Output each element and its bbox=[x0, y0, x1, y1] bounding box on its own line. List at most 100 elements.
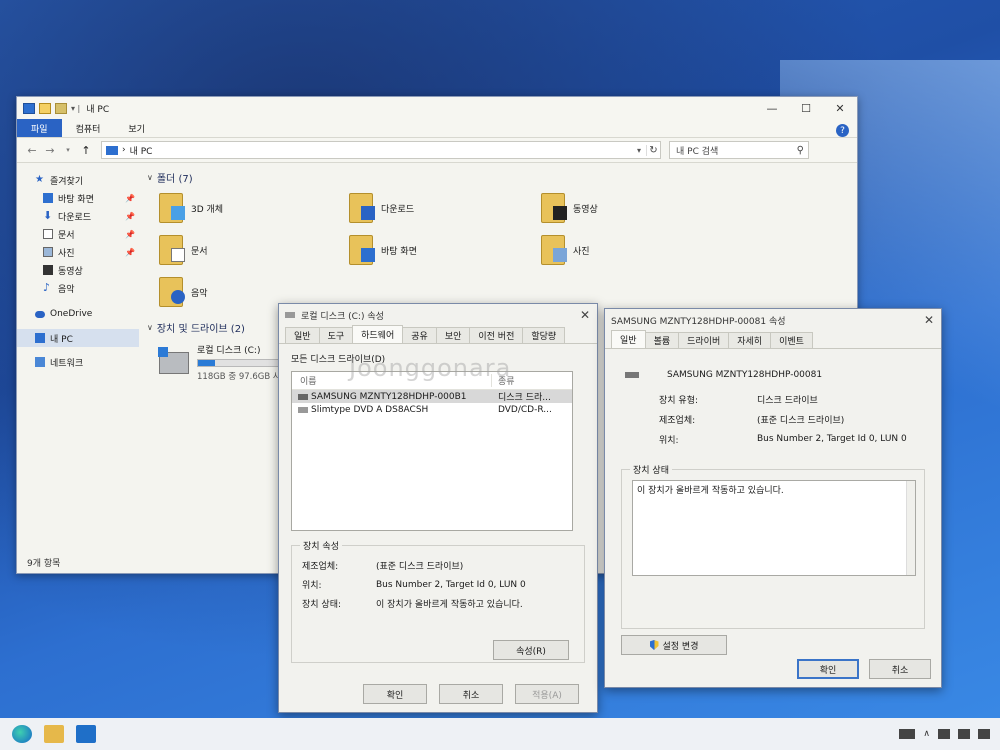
nav-item-videos[interactable]: 동영상 bbox=[17, 261, 139, 279]
property-manufacturer: 제조업체: (표준 디스크 드라이브) bbox=[302, 556, 574, 575]
tab-driver[interactable]: 드라이버 bbox=[678, 332, 730, 348]
pin-icon[interactable]: 📌 bbox=[125, 248, 135, 257]
new-folder-icon[interactable] bbox=[55, 102, 67, 114]
change-settings-button[interactable]: 설정 변경 bbox=[621, 635, 727, 655]
music-note-icon: ♪ bbox=[43, 281, 51, 294]
tab-details[interactable]: 자세히 bbox=[728, 332, 772, 348]
tab-file[interactable]: 파일 bbox=[17, 119, 62, 137]
nav-label: 네트워크 bbox=[50, 358, 84, 369]
nav-quick-access[interactable]: ★ 즐겨찾기 bbox=[17, 171, 139, 189]
network-icon[interactable] bbox=[938, 729, 950, 739]
help-icon[interactable]: ? bbox=[836, 124, 849, 137]
recent-dropdown-icon[interactable]: ▾ bbox=[59, 146, 77, 154]
tab-security[interactable]: 보안 bbox=[435, 327, 471, 343]
property-location: 위치: Bus Number 2, Target Id 0, LUN 0 bbox=[302, 575, 574, 594]
search-placeholder: 내 PC 검색 bbox=[676, 146, 719, 157]
folder-label: 바탕 화면 bbox=[381, 246, 417, 257]
close-icon[interactable]: ✕ bbox=[917, 313, 941, 327]
properties-icon[interactable] bbox=[39, 102, 51, 114]
device-status-textbox[interactable]: 이 장치가 올바르게 작동하고 있습니다. bbox=[632, 480, 916, 576]
close-button[interactable]: ✕ bbox=[823, 98, 857, 118]
folder-desktop[interactable]: 바탕 화면 bbox=[349, 229, 541, 271]
nav-item-documents[interactable]: 문서 📌 bbox=[17, 225, 139, 243]
nav-item-this-pc[interactable]: 내 PC bbox=[17, 329, 139, 347]
quick-access-dropdown-icon[interactable]: ▾ | bbox=[71, 104, 80, 113]
folder-label: 음악 bbox=[191, 288, 208, 299]
column-header-type[interactable]: 종류 bbox=[492, 374, 515, 387]
ok-button[interactable]: 확인 bbox=[797, 659, 859, 679]
tab-computer[interactable]: 컴퓨터 bbox=[62, 120, 115, 137]
disk-drive-list[interactable]: 이름 종류 SAMSUNG MZNTY128HDHP-000B1 디스크 드라.… bbox=[291, 371, 573, 531]
tab-general[interactable]: 일반 bbox=[285, 327, 320, 343]
scrollbar[interactable] bbox=[906, 481, 915, 575]
tab-previous-versions[interactable]: 이전 버전 bbox=[469, 327, 524, 343]
cancel-button[interactable]: 취소 bbox=[439, 684, 503, 704]
pin-icon[interactable]: 📌 bbox=[125, 194, 135, 203]
minimize-button[interactable]: — bbox=[755, 98, 789, 118]
dvd-drive-icon bbox=[298, 406, 308, 413]
nav-item-network[interactable]: 네트워크 bbox=[17, 353, 139, 371]
folders-section-header[interactable]: ∨ 폴더 (7) bbox=[147, 167, 857, 187]
close-icon[interactable]: ✕ bbox=[573, 308, 597, 322]
folder-3d-objects[interactable]: 3D 개체 bbox=[159, 187, 349, 229]
volume-icon[interactable] bbox=[958, 729, 970, 739]
explorer-titlebar[interactable]: ▾ | 내 PC — ☐ ✕ bbox=[17, 97, 857, 119]
property-key: 장치 상태: bbox=[302, 600, 342, 610]
address-bar[interactable]: › 내 PC ▾ ↻ bbox=[101, 141, 661, 159]
nav-item-music[interactable]: ♪ 음악 bbox=[17, 279, 139, 297]
mail-icon[interactable] bbox=[76, 725, 96, 743]
edge-browser-icon[interactable] bbox=[12, 725, 32, 743]
up-arrow-icon[interactable]: ↑ bbox=[77, 144, 95, 157]
pin-icon[interactable]: 📌 bbox=[125, 230, 135, 239]
list-item[interactable]: Slimtype DVD A DS8ACSH DVD/CD-R... bbox=[292, 403, 572, 416]
tab-volumes[interactable]: 볼륨 bbox=[644, 332, 680, 348]
disk-drive-icon bbox=[298, 393, 308, 400]
properties-button[interactable]: 속성(R) bbox=[493, 640, 569, 660]
downloads-folder-icon bbox=[349, 193, 375, 223]
tab-events[interactable]: 이벤트 bbox=[770, 332, 813, 348]
nav-item-onedrive[interactable]: OneDrive bbox=[17, 305, 139, 323]
address-text: 내 PC bbox=[129, 146, 153, 157]
apply-button[interactable]: 적용(A) bbox=[515, 684, 579, 704]
search-input[interactable]: 내 PC 검색 ⚲ bbox=[669, 141, 809, 159]
collapse-chevron-icon[interactable]: ∨ bbox=[147, 323, 153, 332]
notification-icon[interactable] bbox=[978, 729, 990, 739]
nav-item-downloads[interactable]: ⬇ 다운로드 📌 bbox=[17, 207, 139, 225]
pin-icon[interactable]: 📌 bbox=[125, 212, 135, 221]
ok-button[interactable]: 확인 bbox=[363, 684, 427, 704]
group-title: 장치 속성 bbox=[300, 539, 342, 552]
collapse-chevron-icon[interactable]: ∨ bbox=[147, 173, 153, 182]
address-dropdown-icon[interactable]: ▾ bbox=[632, 146, 646, 155]
dialog-titlebar[interactable]: 로컬 디스크 (C:) 속성 ✕ bbox=[279, 304, 597, 326]
tab-general[interactable]: 일반 bbox=[611, 330, 646, 348]
folder-downloads[interactable]: 다운로드 bbox=[349, 187, 541, 229]
folder-videos[interactable]: 동영상 bbox=[541, 187, 731, 229]
document-icon bbox=[43, 229, 53, 239]
nav-label: 바탕 화면 bbox=[58, 194, 94, 205]
group-title: 장치 상태 bbox=[630, 463, 672, 476]
tab-quota[interactable]: 할당량 bbox=[522, 327, 566, 343]
folder-pictures[interactable]: 사진 bbox=[541, 229, 731, 271]
property-value: Bus Number 2, Target Id 0, LUN 0 bbox=[376, 579, 526, 590]
maximize-button[interactable]: ☐ bbox=[789, 98, 823, 118]
drive-properties-dialog: 로컬 디스크 (C:) 속성 ✕ 일반 도구 하드웨어 공유 보안 이전 버전 … bbox=[278, 303, 598, 713]
folder-documents[interactable]: 문서 bbox=[159, 229, 349, 271]
list-item[interactable]: SAMSUNG MZNTY128HDHP-000B1 디스크 드라... bbox=[292, 390, 572, 403]
nav-label: OneDrive bbox=[50, 309, 93, 319]
nav-item-pictures[interactable]: 사진 📌 bbox=[17, 243, 139, 261]
keyboard-icon[interactable] bbox=[899, 729, 916, 739]
forward-arrow-icon[interactable]: → bbox=[41, 144, 59, 157]
tab-sharing[interactable]: 공유 bbox=[402, 327, 437, 343]
tab-view[interactable]: 보기 bbox=[114, 120, 159, 137]
dialog-titlebar[interactable]: SAMSUNG MZNTY128HDHP-00081 속성 ✕ bbox=[605, 309, 941, 331]
tab-hardware[interactable]: 하드웨어 bbox=[352, 325, 404, 343]
file-explorer-icon[interactable] bbox=[44, 725, 64, 743]
star-icon: ★ bbox=[35, 174, 44, 185]
refresh-icon[interactable]: ↻ bbox=[646, 144, 660, 156]
nav-item-desktop[interactable]: 바탕 화면 📌 bbox=[17, 189, 139, 207]
chevron-up-icon[interactable]: ∧ bbox=[923, 729, 930, 739]
tab-tools[interactable]: 도구 bbox=[318, 327, 354, 343]
column-header-name[interactable]: 이름 bbox=[292, 374, 492, 387]
back-arrow-icon[interactable]: ← bbox=[23, 144, 41, 157]
cancel-button[interactable]: 취소 bbox=[869, 659, 931, 679]
